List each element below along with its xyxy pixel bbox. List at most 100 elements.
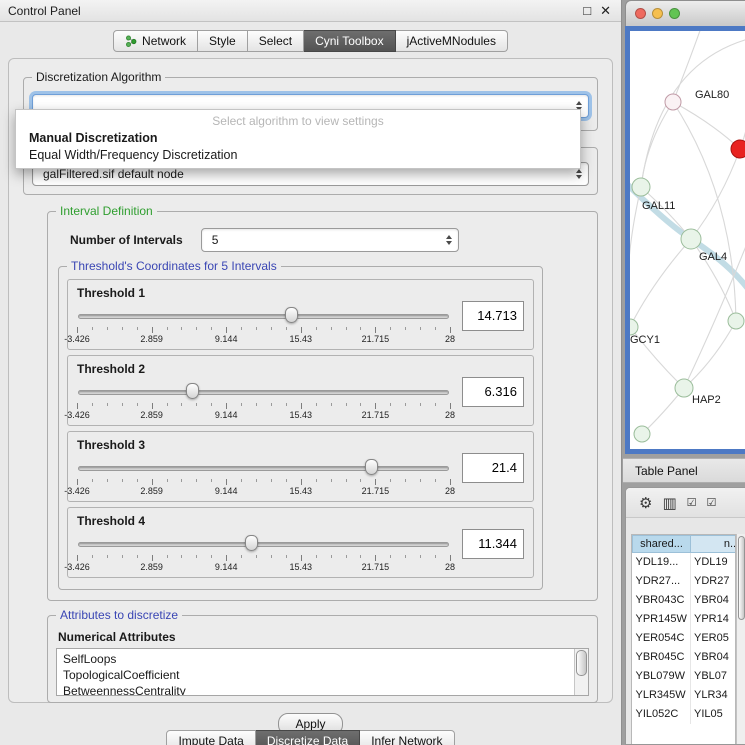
slider-scale-label: 9.144 [215, 486, 238, 496]
attribute-list-item[interactable]: SelfLoops [63, 651, 570, 667]
table-row[interactable]: YBR043CYBR04 [633, 591, 737, 610]
tab-label: Cyni Toolbox [315, 34, 383, 48]
numerical-attributes-list[interactable]: SelfLoopsTopologicalCoefficientBetweenne… [56, 648, 589, 696]
threshold-label: Threshold 4 [77, 514, 450, 528]
slider-scale-label: 15.43 [290, 410, 313, 420]
tab-label: Infer Network [371, 734, 442, 745]
slider-handle[interactable] [186, 383, 199, 399]
threshold-slider[interactable] [77, 459, 450, 477]
slider-handle[interactable] [285, 307, 298, 323]
slider-scale-label: 2.859 [140, 562, 163, 572]
table-row[interactable]: YDL19...YDL19 [633, 553, 737, 572]
network-node[interactable] [728, 313, 744, 329]
threshold-slider[interactable] [77, 383, 450, 401]
table-scrollbar-thumb[interactable] [738, 536, 745, 620]
slider-track[interactable] [78, 466, 449, 471]
tab-select[interactable]: Select [248, 30, 304, 52]
tab-network[interactable]: Network [113, 30, 198, 52]
desktop: Control Panel □ ✕ Network St [0, 0, 745, 745]
slider-scale-label: 2.859 [140, 410, 163, 420]
minimize-traffic-light-icon[interactable] [652, 8, 663, 19]
algorithm-option-equal-width-frequency[interactable]: Equal Width/Frequency Discretization [16, 147, 580, 164]
threshold-slider[interactable] [77, 307, 450, 325]
table-cell: YBR04 [691, 648, 737, 667]
slider-track[interactable] [78, 542, 449, 547]
slider-ticks [77, 479, 450, 485]
tab-cyni-toolbox[interactable]: Cyni Toolbox [304, 30, 395, 52]
table-row[interactable]: YDR27...YDR27 [633, 572, 737, 591]
table-row[interactable]: YER054CYER05 [633, 629, 737, 648]
list-scrollbar[interactable] [574, 649, 588, 695]
number-of-intervals-label: Number of Intervals [70, 233, 183, 247]
threshold-coordinates-group-title: Threshold's Coordinates for 5 Intervals [67, 259, 281, 273]
network-node-label: GAL11 [642, 200, 675, 212]
tab-label: Network [142, 34, 186, 48]
table-scrollbar[interactable] [736, 534, 745, 744]
table-row[interactable]: YPR145WYPR14 [633, 610, 737, 629]
table-cell: YLR345W [633, 686, 691, 705]
table-row[interactable]: YLR345WYLR34 [633, 686, 737, 705]
network-node[interactable] [681, 229, 701, 249]
threshold-value-input[interactable] [462, 377, 524, 407]
table-cell: YPR14 [691, 610, 737, 629]
zoom-traffic-light-icon[interactable] [669, 8, 680, 19]
network-node[interactable] [630, 319, 638, 335]
table-cell: YBR04 [691, 591, 737, 610]
network-node[interactable] [634, 426, 650, 442]
threshold-value-input[interactable] [462, 453, 524, 483]
select-all-checkbox-icon[interactable]: ☑ [687, 496, 697, 509]
slider-scale: -3.4262.8599.14415.4321.71528 [77, 334, 450, 345]
network-window-titlebar[interactable] [625, 0, 745, 26]
threshold-label: Threshold 2 [77, 362, 450, 376]
slider-track[interactable] [78, 390, 449, 395]
network-node-label: GCY1 [630, 334, 660, 346]
network-canvas[interactable]: GAL80GAL11GAL4GCY1HAP2 [625, 26, 745, 454]
table-row[interactable]: YBL079WYBL07 [633, 667, 737, 686]
slider-scale-label: 15.43 [290, 562, 313, 572]
column-header-shared-name[interactable]: shared... [633, 536, 691, 553]
window-title: Control Panel [8, 4, 81, 18]
slider-scale-label: 28 [445, 486, 455, 496]
network-node[interactable] [731, 140, 745, 158]
slider-handle[interactable] [365, 459, 378, 475]
number-of-intervals-row: Number of Intervals 5 [56, 228, 589, 252]
column-header-name[interactable]: n... [691, 536, 737, 553]
network-node-label: GAL4 [699, 251, 727, 263]
table-cell: YIL052C [633, 705, 691, 724]
slider-handle[interactable] [245, 535, 258, 551]
threshold-slider[interactable] [77, 535, 450, 553]
network-node[interactable] [665, 94, 681, 110]
attribute-list-item[interactable]: BetweennessCentrality [63, 683, 570, 696]
tab-style[interactable]: Style [198, 30, 248, 52]
slider-ticks [77, 327, 450, 333]
network-node[interactable] [632, 178, 650, 196]
close-traffic-light-icon[interactable] [635, 8, 646, 19]
table-row[interactable]: YBR045CYBR04 [633, 648, 737, 667]
float-window-icon[interactable]: □ [583, 3, 591, 18]
algorithm-option-manual-discretization[interactable]: Manual Discretization [16, 130, 580, 147]
columns-icon[interactable]: ▥ [662, 494, 676, 512]
table-panel-header[interactable]: Table Panel [623, 458, 745, 483]
network-node[interactable] [675, 379, 693, 397]
tab-impute-data[interactable]: Impute Data [166, 730, 255, 745]
discretization-algorithm-group-title: Discretization Algorithm [32, 70, 165, 84]
table-row[interactable]: YIL052CYIL05 [633, 705, 737, 724]
threshold-value-input[interactable] [462, 529, 524, 559]
attribute-list-item[interactable]: TopologicalCoefficient [63, 667, 570, 683]
slider-track[interactable] [78, 314, 449, 319]
gear-icon[interactable]: ⚙ [639, 494, 652, 512]
slider-scale-label: -3.426 [64, 562, 90, 572]
select-none-checkbox-icon[interactable]: ☑ [707, 496, 717, 509]
number-of-intervals-combobox[interactable]: 5 [201, 228, 459, 252]
tab-jactivemodules[interactable]: jActiveMNodules [396, 30, 508, 52]
list-scrollbar-thumb[interactable] [576, 650, 587, 676]
node-table-window: ⚙ ▥ ☑ ☑ shared... n... YDL19...YDL19YDR2… [625, 487, 745, 745]
tab-label: Select [259, 34, 292, 48]
slider-scale-label: -3.426 [64, 410, 90, 420]
tab-discretize-data[interactable]: Discretize Data [256, 730, 360, 745]
threshold-value-input[interactable] [462, 301, 524, 331]
table-cell: YBL07 [691, 667, 737, 686]
control-panel-window: Control Panel □ ✕ Network St [0, 0, 622, 745]
close-window-icon[interactable]: ✕ [600, 3, 611, 19]
tab-infer-network[interactable]: Infer Network [360, 730, 454, 745]
